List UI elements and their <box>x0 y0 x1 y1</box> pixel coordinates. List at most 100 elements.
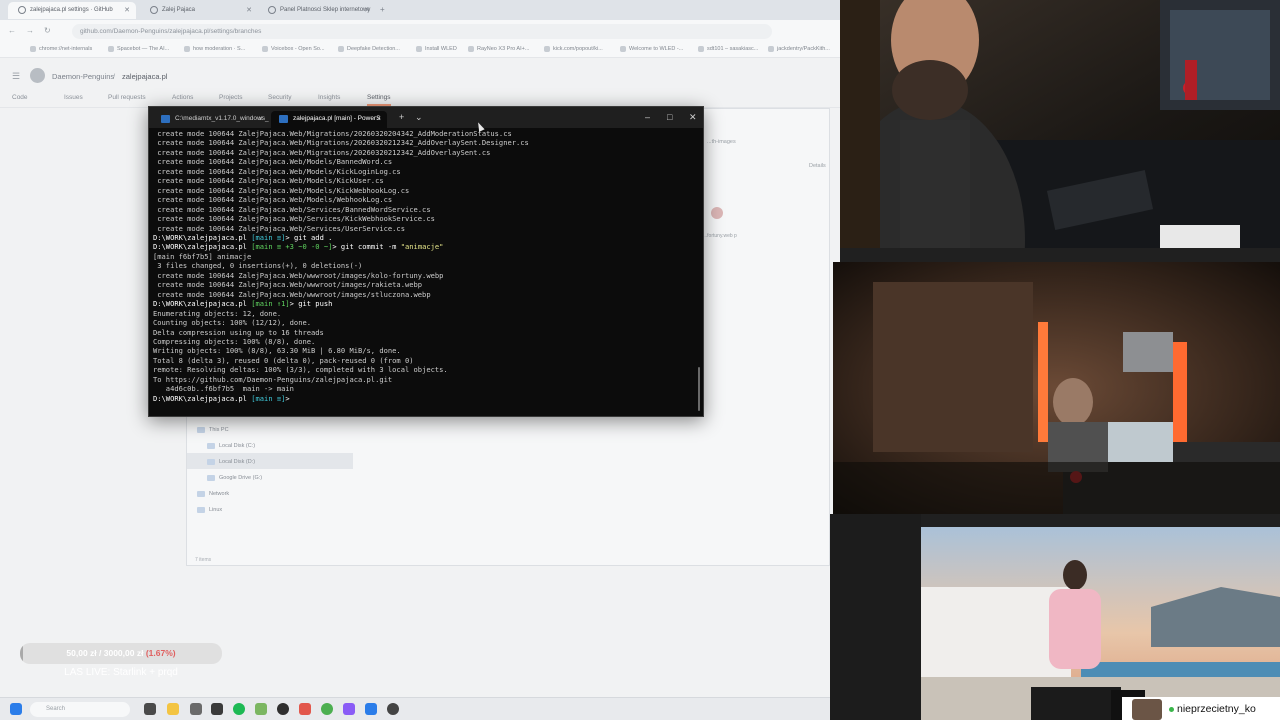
terminal-line: create mode 100644 ZalejPajaca.Web/Model… <box>153 186 693 195</box>
bookmark[interactable]: Install WLED <box>416 46 457 52</box>
tree-item-drive-c[interactable]: Local Disk (C:) <box>205 443 255 449</box>
spotify-icon[interactable] <box>233 703 245 715</box>
tab-pull-requests[interactable]: Pull requests <box>108 94 146 101</box>
details-button[interactable]: Details <box>809 163 826 169</box>
address-bar-row: ← → ↻ github.com/Daemon-Penguins/zalejpa… <box>0 20 840 42</box>
webcam-image <box>840 0 1280 248</box>
task-view-icon[interactable] <box>144 703 156 715</box>
tree-item-network[interactable]: Network <box>195 491 229 497</box>
tab-settings[interactable]: Settings <box>367 94 391 106</box>
menu-icon[interactable]: ☰ <box>12 71 20 82</box>
breadcrumb-separator: / <box>113 72 116 81</box>
browser-tab[interactable]: zalejpajaca.pl settings · GitHub ✕ <box>8 2 136 19</box>
media-player-icon[interactable] <box>387 703 399 715</box>
webcam-image <box>921 527 1280 720</box>
browser-tabstrip: zalejpajaca.pl settings · GitHub ✕ Zalej… <box>0 0 840 20</box>
image-file-icon[interactable] <box>711 207 723 219</box>
github-logo-icon[interactable] <box>30 68 45 83</box>
terminal-icon[interactable] <box>211 703 223 715</box>
bookmark[interactable]: jackdentry/PackKith... <box>768 46 830 52</box>
terminal-output[interactable]: create mode 100644 ZalejPajaca.Web/Migra… <box>153 129 693 415</box>
terminal-line: To https://github.com/Daemon-Penguins/za… <box>153 375 693 384</box>
bookmark[interactable]: chrome://net-internals <box>30 46 92 52</box>
minimize-icon[interactable]: – <box>645 112 650 122</box>
bookmark-icon <box>468 46 474 52</box>
reload-icon[interactable]: ↻ <box>44 26 51 35</box>
page-icon <box>150 6 158 14</box>
close-icon[interactable]: × <box>376 114 381 123</box>
bookmark[interactable]: Deepfake Detection... <box>338 46 400 52</box>
tab-code[interactable]: Code <box>12 94 28 101</box>
back-icon[interactable]: ← <box>8 26 16 35</box>
taskbar-search[interactable]: Search <box>30 702 130 717</box>
forward-icon[interactable]: → <box>26 26 34 35</box>
bookmark[interactable]: Voicebox - Open So... <box>262 46 325 52</box>
tab-security[interactable]: Security <box>268 94 291 101</box>
maximize-icon[interactable]: □ <box>667 112 672 122</box>
app-icon[interactable] <box>365 703 377 715</box>
obs-icon[interactable] <box>277 703 289 715</box>
bookmark[interactable]: kick.com/popout/ki... <box>544 46 603 52</box>
item-count: 7 items <box>195 557 212 563</box>
bookmark-icon <box>620 46 626 52</box>
terminal-line: Writing objects: 100% (8/8), 63.30 MiB |… <box>153 346 693 355</box>
bookmark[interactable]: how moderation · S... <box>184 46 245 52</box>
repo-name[interactable]: zalejpajaca.pl <box>122 72 167 81</box>
computer-icon <box>197 427 205 433</box>
bookmark[interactable]: sdt101 – sasakiasc... <box>698 46 758 52</box>
tab-actions[interactable]: Actions <box>172 94 193 101</box>
terminal-line: Delta compression using up to 16 threads <box>153 328 693 337</box>
terminal-line: create mode 100644 ZalejPajaca.Web/Servi… <box>153 214 693 223</box>
tree-item-label: Local Disk (C:) <box>219 443 256 449</box>
terminal-text: create mode 100644 ZalejPajaca.Web/wwwro… <box>153 289 431 299</box>
app-icon[interactable] <box>299 703 311 715</box>
tree-item-this-pc[interactable]: This PC <box>195 427 229 433</box>
app-icon[interactable] <box>343 703 355 715</box>
scrollbar[interactable] <box>698 367 700 411</box>
bookmark-icon <box>108 46 114 52</box>
close-icon[interactable]: ✕ <box>246 6 252 14</box>
bookmark-label: sdt101 – sasakiasc... <box>707 46 759 52</box>
file-explorer-icon[interactable] <box>167 703 179 715</box>
drive-icon <box>207 459 215 465</box>
tab-issues[interactable]: Issues <box>64 94 83 101</box>
chrome-icon[interactable] <box>321 703 333 715</box>
close-window-icon[interactable]: ✕ <box>689 112 697 123</box>
terminal-tab[interactable]: C:\mediamtx_v1.17.0_windows_ × <box>153 111 269 128</box>
bookmark[interactable]: Spacebot — The AI... <box>108 46 169 52</box>
terminal-text: create mode 100644 ZalejPajaca.Web/Model… <box>153 157 393 167</box>
tree-item-linux[interactable]: Linux <box>195 507 222 513</box>
github-icon <box>18 6 26 14</box>
browser-tab[interactable]: Zalej Pajaca ✕ <box>140 2 258 19</box>
bookmark-icon <box>698 46 704 52</box>
new-tab-icon[interactable]: + <box>380 5 385 14</box>
bookmark[interactable]: RayNeo X3 Pro AI+... <box>468 46 529 52</box>
browser-tab[interactable]: Panel Platnosci Sklep internetowy ✕ <box>258 2 376 19</box>
tree-item-drive-g[interactable]: Google Drive (G:) <box>205 475 262 481</box>
donation-separator: / <box>96 648 104 658</box>
url-field[interactable]: github.com/Daemon-Penguins/zalejpajaca.p… <box>72 24 772 39</box>
close-icon[interactable]: ✕ <box>124 6 130 14</box>
terminal-text: Counting objects: 100% (12/12), done. <box>153 318 312 328</box>
app-icon[interactable] <box>190 703 202 715</box>
terminal-line: create mode 100644 ZalejPajaca.Web/Model… <box>153 176 693 185</box>
terminal-text: Compressing objects: 100% (8/8), done. <box>153 336 316 346</box>
close-icon[interactable]: ✕ <box>364 6 370 14</box>
terminal-line: create mode 100644 ZalejPajaca.Web/wwwro… <box>153 271 693 280</box>
tree-item-label: This PC <box>209 427 229 433</box>
chevron-down-icon[interactable]: ⌄ <box>415 112 423 123</box>
tab-insights[interactable]: Insights <box>318 94 340 101</box>
new-tab-icon[interactable]: + <box>399 112 404 122</box>
app-icon[interactable] <box>255 703 267 715</box>
close-icon[interactable]: × <box>258 114 263 123</box>
tree-item-drive-d[interactable]: Local Disk (D:) <box>205 459 255 465</box>
terminal-tab-active[interactable]: zalejpajaca.pl [main] - PowerS × <box>271 111 387 128</box>
browser-tab-label: Panel Platnosci Sklep internetowy <box>280 7 371 13</box>
tab-projects[interactable]: Projects <box>219 94 242 101</box>
tree-item-label: Google Drive (G:) <box>219 475 263 481</box>
repo-owner[interactable]: Daemon-Penguins <box>52 72 114 81</box>
bookmark-icon <box>30 46 36 52</box>
bookmark[interactable]: Welcome to WLED -... <box>620 46 683 52</box>
start-icon[interactable] <box>10 703 22 715</box>
powershell-icon <box>279 115 288 123</box>
